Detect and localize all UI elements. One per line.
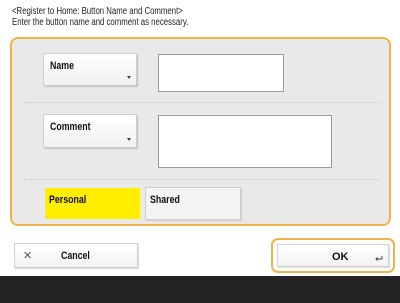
header: <Register to Home: Button Name and Comme…: [12, 6, 188, 28]
ok-label: OK: [332, 251, 349, 263]
close-icon: ✕: [23, 250, 33, 262]
ok-button-focus-ring: OK: [271, 238, 395, 273]
comment-button-label: Comment: [50, 121, 91, 133]
comment-field[interactable]: [158, 115, 332, 168]
page-title: <Register to Home: Button Name and Comme…: [12, 6, 183, 17]
tab-personal-label: Personal: [49, 194, 87, 206]
tab-shared[interactable]: Shared: [145, 187, 241, 220]
enter-icon: [375, 256, 383, 261]
divider: [24, 179, 380, 180]
ok-button[interactable]: OK: [277, 244, 389, 267]
name-field[interactable]: [158, 54, 284, 92]
divider: [24, 102, 380, 103]
chevron-down-icon: [127, 76, 131, 79]
register-to-home-screen: <Register to Home: Button Name and Comme…: [0, 0, 400, 303]
name-button-label: Name: [50, 60, 74, 72]
tab-shared-label: Shared: [150, 194, 180, 206]
cancel-label: Cancel: [61, 250, 90, 262]
status-bar: [0, 276, 400, 303]
settings-panel: Name Comment Personal Shared: [10, 37, 391, 226]
tab-personal[interactable]: Personal: [45, 188, 140, 219]
name-button[interactable]: Name: [43, 53, 137, 86]
instruction-text: Enter the button name and comment as nec…: [12, 17, 189, 28]
comment-button[interactable]: Comment: [43, 114, 137, 148]
chevron-down-icon: [127, 138, 131, 141]
cancel-button[interactable]: ✕ Cancel: [14, 243, 138, 268]
